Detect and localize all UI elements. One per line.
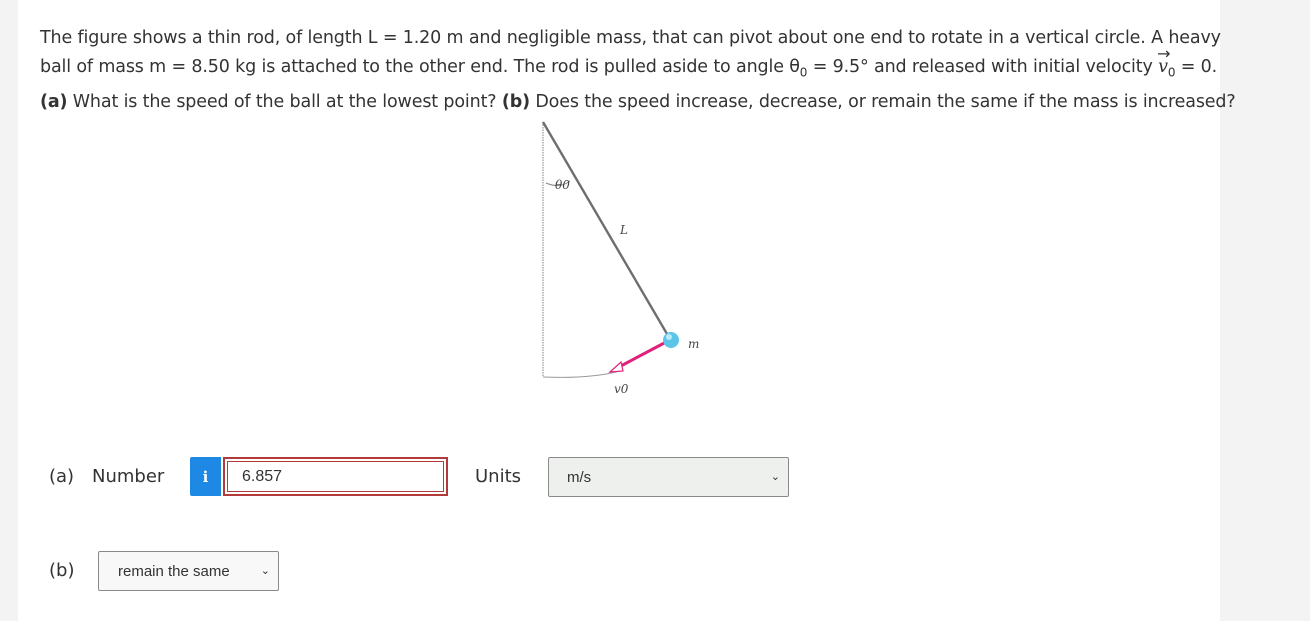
velocity-arrowhead <box>608 360 624 373</box>
question-line-2-pre: ball of mass m = 8.50 kg is attached to … <box>40 57 800 77</box>
units-label: Units <box>475 466 522 487</box>
pendulum-diagram <box>541 121 679 378</box>
velocity-vector-line <box>616 339 669 370</box>
question-line-2-post: = 0. <box>1175 57 1218 77</box>
theta-label: θ0 <box>555 178 570 192</box>
part-b-question: Does the speed increase, decrease, or re… <box>529 91 1236 112</box>
question-line-2: ball of mass m = 8.50 kg is attached to … <box>40 39 1220 88</box>
velocity-label: v0 <box>614 382 629 396</box>
number-label: Number <box>92 466 165 487</box>
part-b-selected-value: remain the same <box>118 562 230 580</box>
pendulum-rod <box>541 121 672 340</box>
ball-highlight <box>666 334 672 340</box>
answer-field-frame[interactable]: 6.857 <box>223 457 448 496</box>
pendulum-figure: θ0 L m v0 <box>530 115 730 405</box>
swing-arc <box>542 370 621 378</box>
chevron-down-icon: ⌄ <box>260 564 270 577</box>
answer-input[interactable]: 6.857 <box>227 461 444 492</box>
part-a-tag: (a) <box>40 91 68 112</box>
mass-label: m <box>688 337 700 351</box>
part-b-label: (b) <box>49 560 75 581</box>
part-b-tag: (b) <box>501 91 530 112</box>
question-line-3: (a) What is the speed of the ball at the… <box>40 88 1236 117</box>
question-line-2-mid: = 9.5° and released with initial velocit… <box>807 57 1159 77</box>
part-a-label: (a) <box>49 466 75 487</box>
velocity-vector-symbol: v <box>1157 39 1170 82</box>
pendulum-ball <box>663 332 679 348</box>
info-icon[interactable]: i <box>190 457 221 496</box>
part-b-select[interactable]: remain the same ⌄ <box>98 551 279 591</box>
chevron-down-icon: ⌄ <box>770 470 780 483</box>
units-selected-value: m/s <box>567 468 592 486</box>
length-label: L <box>620 223 628 237</box>
part-a-question: What is the speed of the ball at the low… <box>67 91 502 112</box>
question-text: The figure shows a thin rod, of length L… <box>40 24 1236 117</box>
question-line-1: The figure shows a thin rod, of length L… <box>40 28 1221 48</box>
units-select[interactable]: m/s ⌄ <box>548 457 789 497</box>
